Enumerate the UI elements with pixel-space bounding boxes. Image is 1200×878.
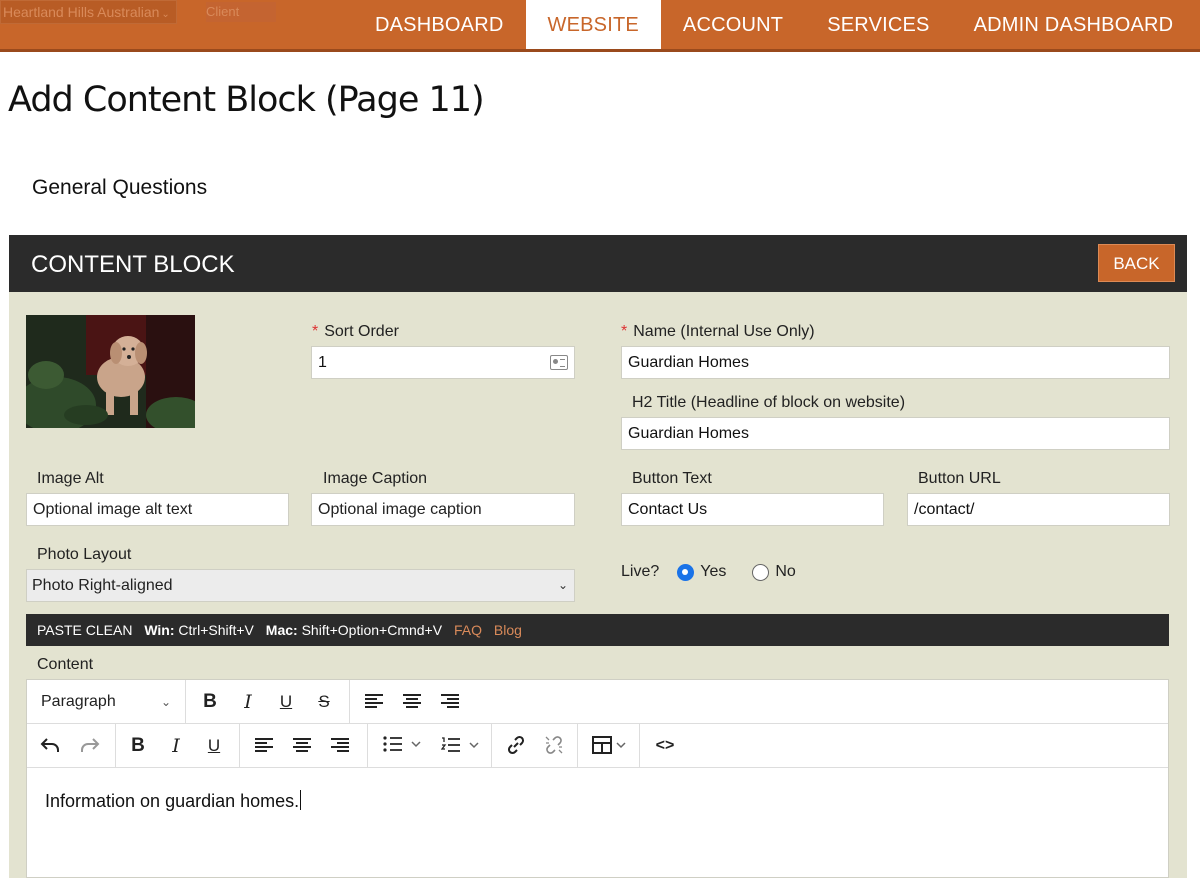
underline-button[interactable]: U (273, 680, 299, 724)
h2-title-input[interactable]: Guardian Homes (621, 417, 1170, 450)
main-nav: DASHBOARD WEBSITE ACCOUNT SERVICES ADMIN… (353, 0, 1195, 49)
toolbar-divider (367, 724, 368, 768)
paste-clean-title: PASTE CLEAN (37, 622, 133, 638)
required-mark: * (621, 323, 628, 340)
unlink-icon[interactable] (539, 724, 569, 768)
link-icon[interactable] (501, 724, 531, 768)
redo-icon[interactable] (75, 724, 105, 768)
live-no-radio[interactable] (752, 563, 770, 581)
panel-title: CONTENT BLOCK (31, 251, 235, 278)
align-center-icon[interactable] (289, 724, 315, 768)
source-code-button[interactable]: <> (649, 724, 681, 768)
win-keys: Ctrl+Shift+V (178, 622, 254, 638)
toolbar-divider (115, 724, 116, 768)
editor-toolbar-secondary: B I U <> (27, 724, 1168, 768)
bold-button-2[interactable]: B (125, 724, 151, 768)
image-alt-label: Image Alt (37, 470, 104, 487)
italic-button-2[interactable]: I (163, 724, 189, 768)
align-right-icon[interactable] (327, 724, 353, 768)
chevron-down-icon: ⌄ (557, 578, 568, 592)
live-yes-label[interactable]: Yes (700, 563, 726, 581)
content-block-header: CONTENT BLOCK BACK (9, 235, 1187, 292)
live-no-label[interactable]: No (775, 563, 795, 581)
toolbar-divider (349, 680, 350, 724)
toolbar-divider (491, 724, 492, 768)
site-selector-label: Heartland Hills Australian (3, 4, 160, 20)
nav-dashboard[interactable]: DASHBOARD (353, 0, 526, 49)
live-label: Live? (621, 563, 660, 580)
content-label: Content (37, 656, 94, 673)
align-right-icon[interactable] (437, 680, 463, 724)
photo-layout-value: Photo Right-aligned (32, 577, 173, 594)
mac-keys: Shift+Option+Cmnd+V (301, 622, 443, 638)
page-group-title: General Questions (32, 176, 208, 199)
name-label-text: Name (Internal Use Only) (633, 323, 815, 340)
format-select[interactable]: Paragraph ⌄ (35, 680, 175, 724)
chevron-down-icon: ⌄ (161, 695, 172, 709)
sort-order-input[interactable]: 1 (311, 346, 575, 379)
site-selector[interactable]: Heartland Hills Australian ⌄ (0, 0, 177, 24)
nav-website[interactable]: WEBSITE (525, 0, 661, 49)
align-left-icon[interactable] (361, 680, 387, 724)
underline-button-2[interactable]: U (201, 724, 227, 768)
required-mark: * (312, 323, 319, 340)
name-label: * Name (Internal Use Only) (621, 323, 815, 341)
toolbar-divider (639, 724, 640, 768)
puppy-photo (26, 315, 195, 428)
mac-label: Mac: (265, 622, 298, 638)
bullet-list-icon[interactable] (377, 724, 429, 768)
button-url-input[interactable]: /contact/ (907, 493, 1170, 526)
chevron-down-icon: ⌄ (161, 9, 170, 20)
button-url-label: Button URL (918, 470, 1001, 487)
sort-order-label: * Sort Order (312, 323, 399, 341)
button-text-label: Button Text (632, 470, 712, 487)
photo-layout-select[interactable]: Photo Right-aligned ⌄ (26, 569, 575, 602)
image-alt-input[interactable]: Optional image alt text (26, 493, 289, 526)
undo-icon[interactable] (35, 724, 65, 768)
back-button[interactable]: BACK (1098, 244, 1175, 282)
strikethrough-button[interactable]: S (311, 680, 337, 724)
blog-link[interactable]: Blog (494, 622, 522, 638)
text-caret (300, 790, 302, 810)
client-tag[interactable]: Client (206, 2, 276, 22)
align-left-icon[interactable] (251, 724, 277, 768)
format-select-value: Paragraph (41, 693, 116, 710)
nav-admin-dashboard[interactable]: ADMIN DASHBOARD (952, 0, 1196, 49)
align-center-icon[interactable] (399, 680, 425, 724)
sort-order-label-text: Sort Order (324, 323, 399, 340)
rich-text-editor: Paragraph ⌄ B I U S B I U <> Information… (26, 679, 1169, 878)
top-navbar: Heartland Hills Australian ⌄ Client DASHB… (0, 0, 1200, 52)
photo-layout-label: Photo Layout (37, 546, 132, 563)
bold-button[interactable]: B (197, 680, 223, 724)
italic-button[interactable]: I (235, 680, 261, 724)
image-caption-input[interactable]: Optional image caption (311, 493, 575, 526)
contact-card-icon (550, 355, 568, 370)
page-title: Add Content Block (Page 11) (8, 80, 485, 120)
sort-order-value: 1 (318, 354, 327, 371)
h2-title-label: H2 Title (Headline of block on website) (632, 394, 906, 411)
button-text-input[interactable]: Contact Us (621, 493, 884, 526)
win-label: Win: (144, 622, 175, 638)
live-yes-radio[interactable] (677, 563, 695, 581)
nav-services[interactable]: SERVICES (805, 0, 951, 49)
editor-toolbar-primary: Paragraph ⌄ B I U S (27, 680, 1168, 724)
toolbar-divider (185, 680, 186, 724)
paste-clean-bar: PASTE CLEAN Win: Ctrl+Shift+V Mac: Shift… (26, 614, 1169, 646)
numbered-list-icon[interactable] (435, 724, 487, 768)
nav-account[interactable]: ACCOUNT (661, 0, 805, 49)
toolbar-divider (239, 724, 240, 768)
table-icon[interactable] (587, 724, 633, 768)
block-image-thumbnail[interactable] (26, 315, 195, 428)
editor-content-text: Information on guardian homes. (45, 791, 300, 811)
image-caption-label: Image Caption (323, 470, 428, 487)
faq-link[interactable]: FAQ (454, 622, 482, 638)
name-input[interactable]: Guardian Homes (621, 346, 1170, 379)
toolbar-divider (577, 724, 578, 768)
live-radio-group: Live? Yes No (621, 561, 796, 583)
editor-content[interactable]: Information on guardian homes. (45, 790, 302, 812)
